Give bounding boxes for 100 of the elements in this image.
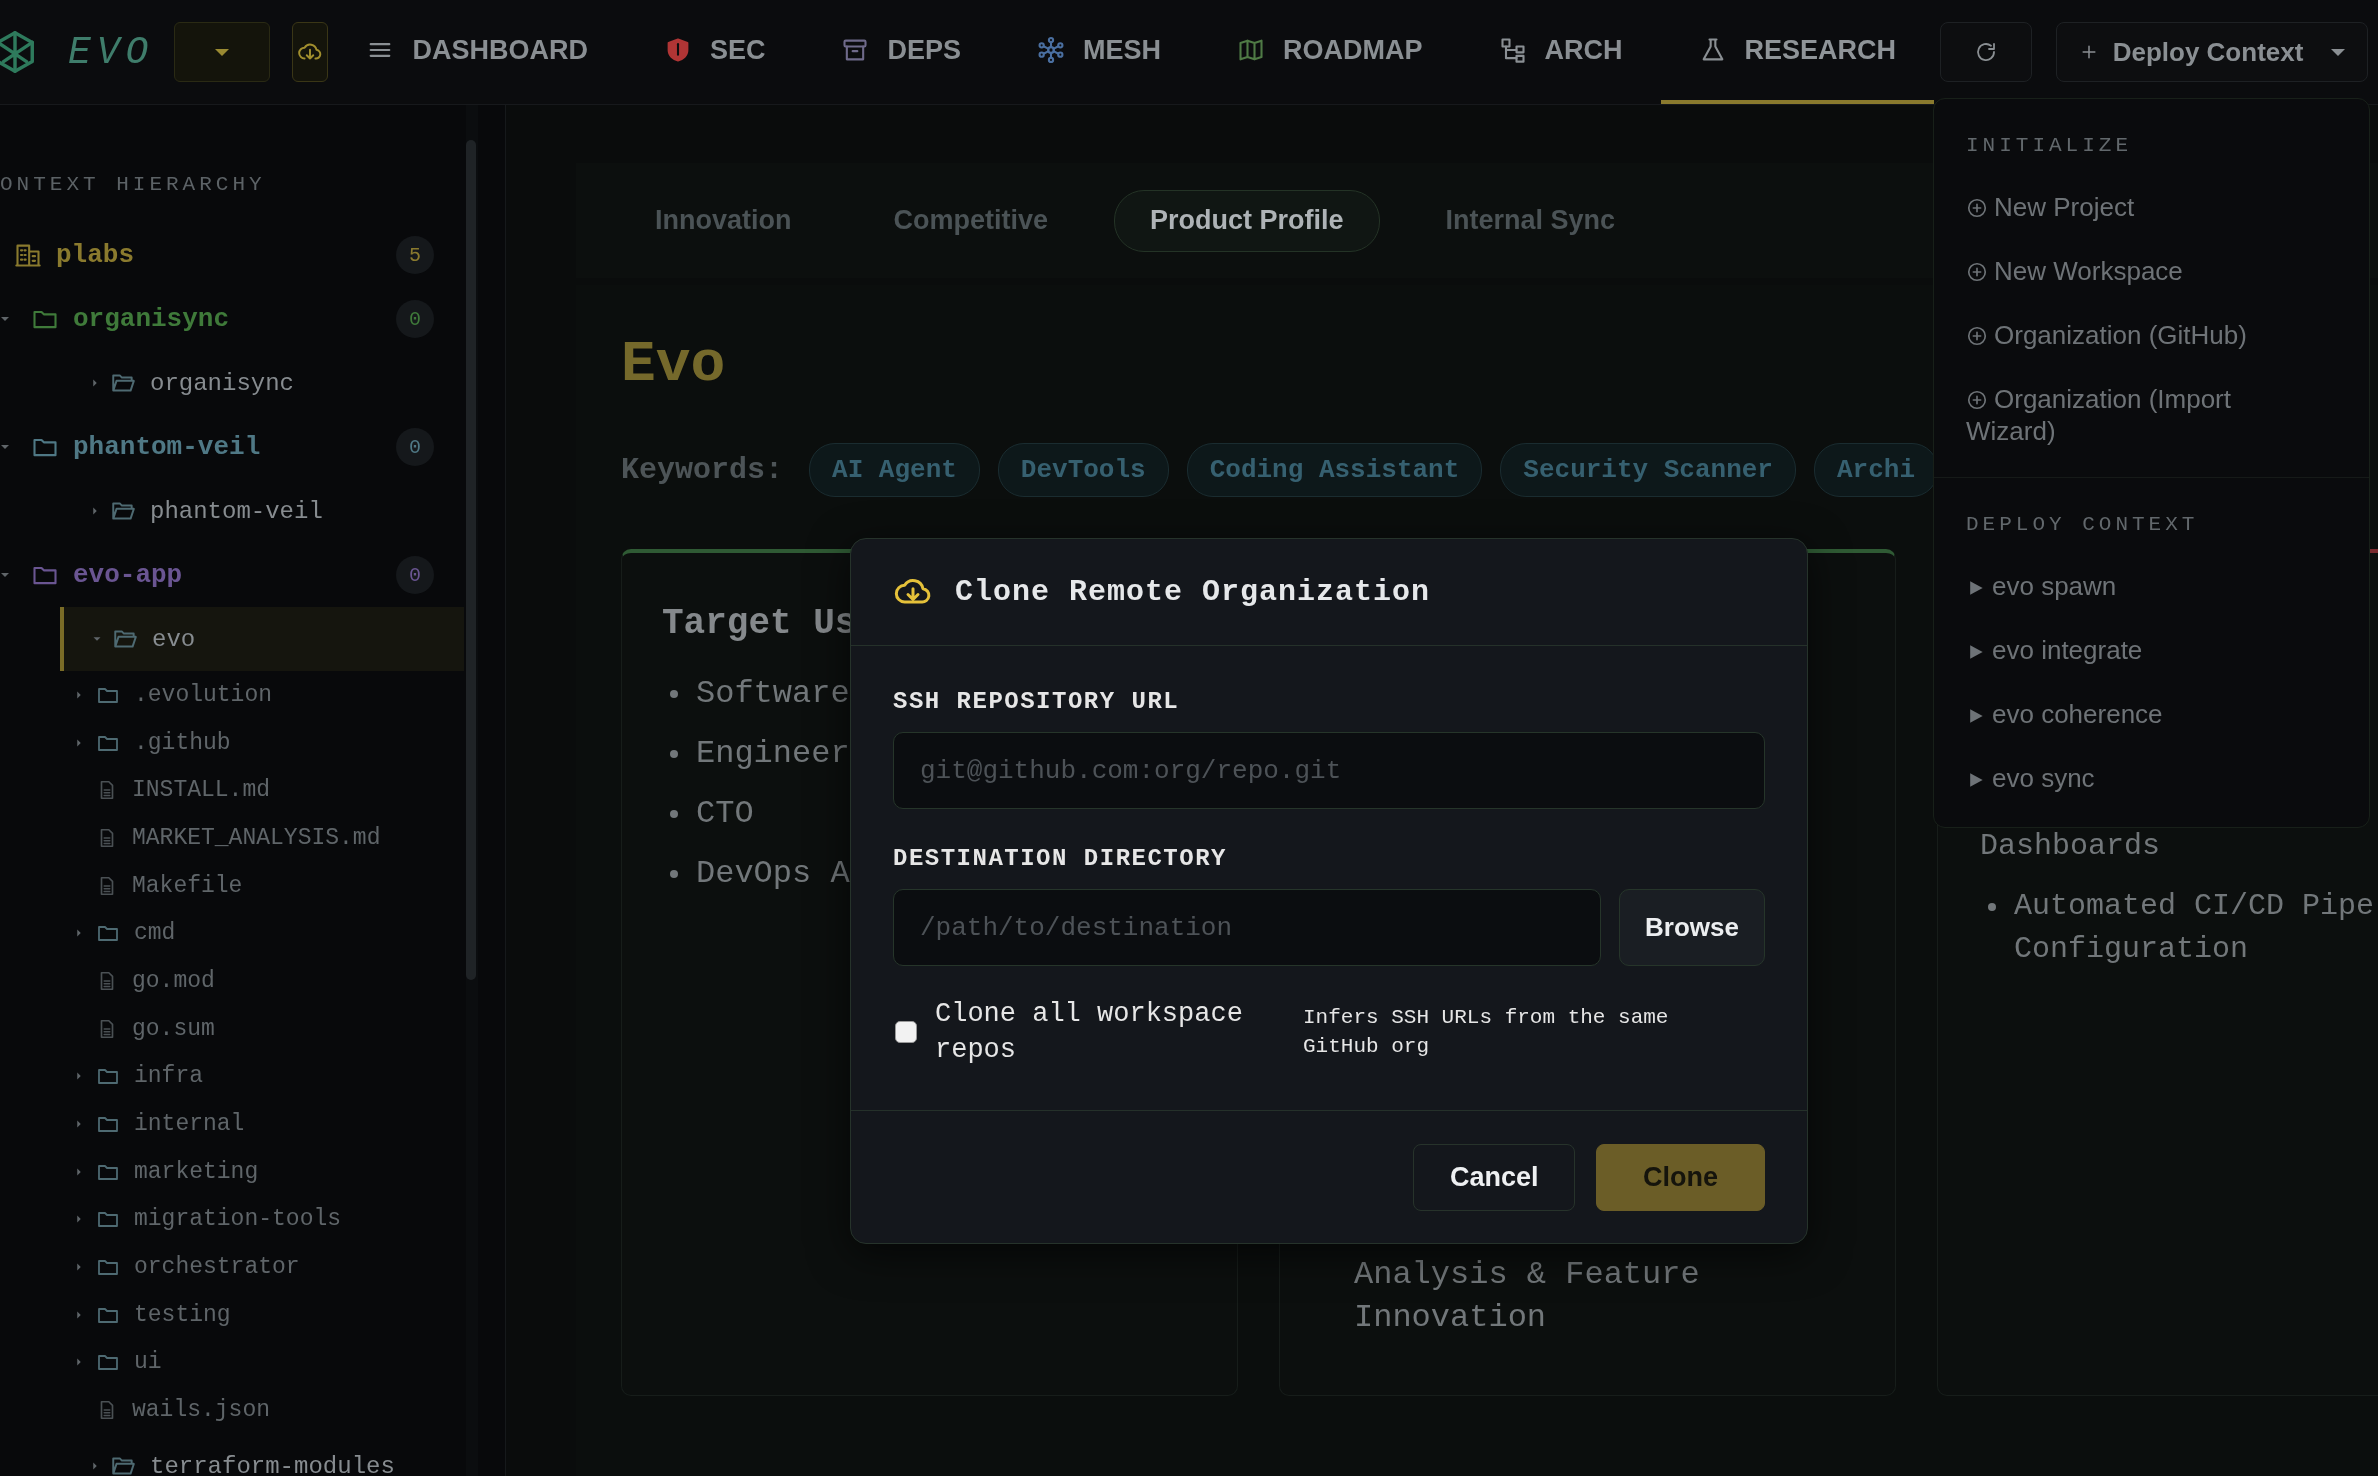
item-label: organisync [150,369,295,397]
keyword-tag: AI Agent [809,443,980,497]
menu-item[interactable]: evo sync [1966,746,2276,810]
nav-tab[interactable]: MESH [999,0,1199,104]
tree-item[interactable]: evo [60,607,464,671]
item-label: terraform-modules [150,1452,395,1476]
file-item[interactable]: Makefile [0,861,464,910]
list-item-text: Software [696,674,850,714]
dialog-title: Clone Remote Organization [955,575,1431,609]
menu-section-heading: INITIALIZE [1966,133,2134,159]
list-item-text: Engineer [696,734,850,774]
nav-tab[interactable]: DASHBOARD [328,0,626,104]
menu-item[interactable]: Organization (GitHub) [1966,303,2276,367]
menu-item[interactable]: evo integrate [1966,618,2276,682]
nav-tab[interactable]: SEC [625,0,804,104]
bullet-icon [670,810,678,818]
tree-item[interactable]: plabs 5 [0,223,464,287]
tree-item[interactable]: internal [0,1100,464,1148]
item-label: .github [134,729,231,756]
file-item[interactable]: go.mod [0,957,464,1005]
file-item[interactable]: wails.json [0,1386,464,1434]
nav-tab[interactable]: ROADMAP [1199,0,1461,104]
product-title: Evo [621,331,726,399]
field-label: DESTINATION DIRECTORY [893,844,1228,874]
browse-button[interactable]: Browse [1619,889,1765,966]
tab[interactable]: Product Profile [1114,189,1380,252]
item-label: INSTALL.md [132,777,271,804]
item-label: ui [134,1349,162,1376]
tree-item[interactable]: organisync [0,351,464,415]
tree-item[interactable]: cmd [0,909,464,958]
file-item[interactable]: go.sum [0,1004,464,1053]
hint-text: Infers SSH URLs from the same GitHub org [1303,1005,1670,1060]
count-badge: 0 [396,428,434,466]
menu-item[interactable]: Organization (Import Wizard) [1966,367,2276,463]
clone-cloud-button[interactable] [292,22,329,82]
tree-item[interactable]: marketing [0,1147,464,1196]
file-item[interactable]: MARKET_ANALYSIS.md [0,814,464,862]
bullet-icon [1988,903,1996,911]
item-label: evo-app [73,560,183,590]
bullet-icon [670,870,678,878]
item-label: wails.json [132,1397,271,1424]
bullet-icon [670,750,678,758]
tree-item[interactable]: phantom-veil [0,479,464,543]
clone-button[interactable]: Clone [1596,1144,1765,1211]
item-label: go.mod [132,967,215,994]
diagram-icon [1498,36,1527,64]
cancel-button[interactable]: Cancel [1413,1144,1575,1211]
menu-item[interactable]: New Project [1966,175,2276,239]
menu-item[interactable]: New Workspace [1966,239,2276,303]
plus-circle-icon [1966,197,1988,219]
tree-item[interactable]: orchestrator [0,1243,464,1291]
item-label: evo [152,625,196,653]
nav-tab[interactable]: ARCH [1460,0,1661,104]
tree-item[interactable]: migration-tools [0,1195,464,1244]
tab[interactable]: Innovation [619,189,828,252]
input-field[interactable]: /path/to/destination [893,889,1601,966]
count-badge: 0 [396,556,434,594]
tree-item[interactable]: ui [0,1338,464,1387]
tab[interactable]: Competitive [857,189,1085,252]
tree-item[interactable]: .github [0,718,464,767]
workspace-dropdown[interactable] [174,22,271,82]
input-field[interactable]: git@github.com:org/repo.git [893,732,1765,809]
item-label: Makefile [132,872,243,899]
field-label: SSH REPOSITORY URL [893,687,1181,717]
deploy-context-button[interactable]: Deploy Context [2056,22,2369,82]
tree-item[interactable]: evo-app 0 [0,543,464,607]
tree-item[interactable]: testing [0,1290,464,1339]
item-label: marketing [134,1158,259,1185]
app-logo-text: EVO [68,30,155,74]
plus-circle-icon [1966,261,1988,283]
plus-circle-icon [1966,389,1988,411]
list-item-text: Analysis & Feature Innovation [1354,1255,1701,1338]
scrollbar-thumb[interactable] [466,140,476,980]
menu-item[interactable]: evo spawn [1966,554,2276,618]
tree-item[interactable]: phantom-veil 0 [0,415,464,479]
tree-item[interactable]: terraform-modules [0,1434,464,1476]
section-heading: ONTEXT HIERARCHY [0,172,267,198]
list-item-text: Automated CI/CD Pipe Configuration [2014,888,2376,968]
network-nodes-icon [1037,36,1065,64]
keyword-tag: DevTools [997,443,1169,497]
tree-item[interactable]: .evolution [0,671,464,719]
file-item[interactable]: INSTALL.md [0,766,464,815]
checkbox-label: Clone all workspace repos [935,998,1244,1067]
tree-item[interactable]: infra [0,1052,464,1101]
plus-circle-icon [1966,325,1988,347]
tab[interactable]: Internal Sync [1409,189,1652,252]
menu-item[interactable]: evo coherence [1966,682,2276,746]
list-item-text: CTO [696,794,754,834]
count-badge: 5 [396,236,434,274]
item-label: MARKET_ANALYSIS.md [132,824,381,851]
tree-item[interactable]: organisync 0 [0,287,464,351]
refresh-button[interactable] [1940,22,2033,82]
keywords-label: Keywords: [621,453,784,487]
nav-tab[interactable]: DEPS [803,0,999,104]
item-label: orchestrator [134,1254,300,1281]
checkbox[interactable] [895,1021,917,1043]
list-item-text: DevOps A [696,854,850,894]
item-label: testing [134,1301,231,1328]
caret-down-icon [215,48,230,56]
item-label: organisync [73,304,230,334]
